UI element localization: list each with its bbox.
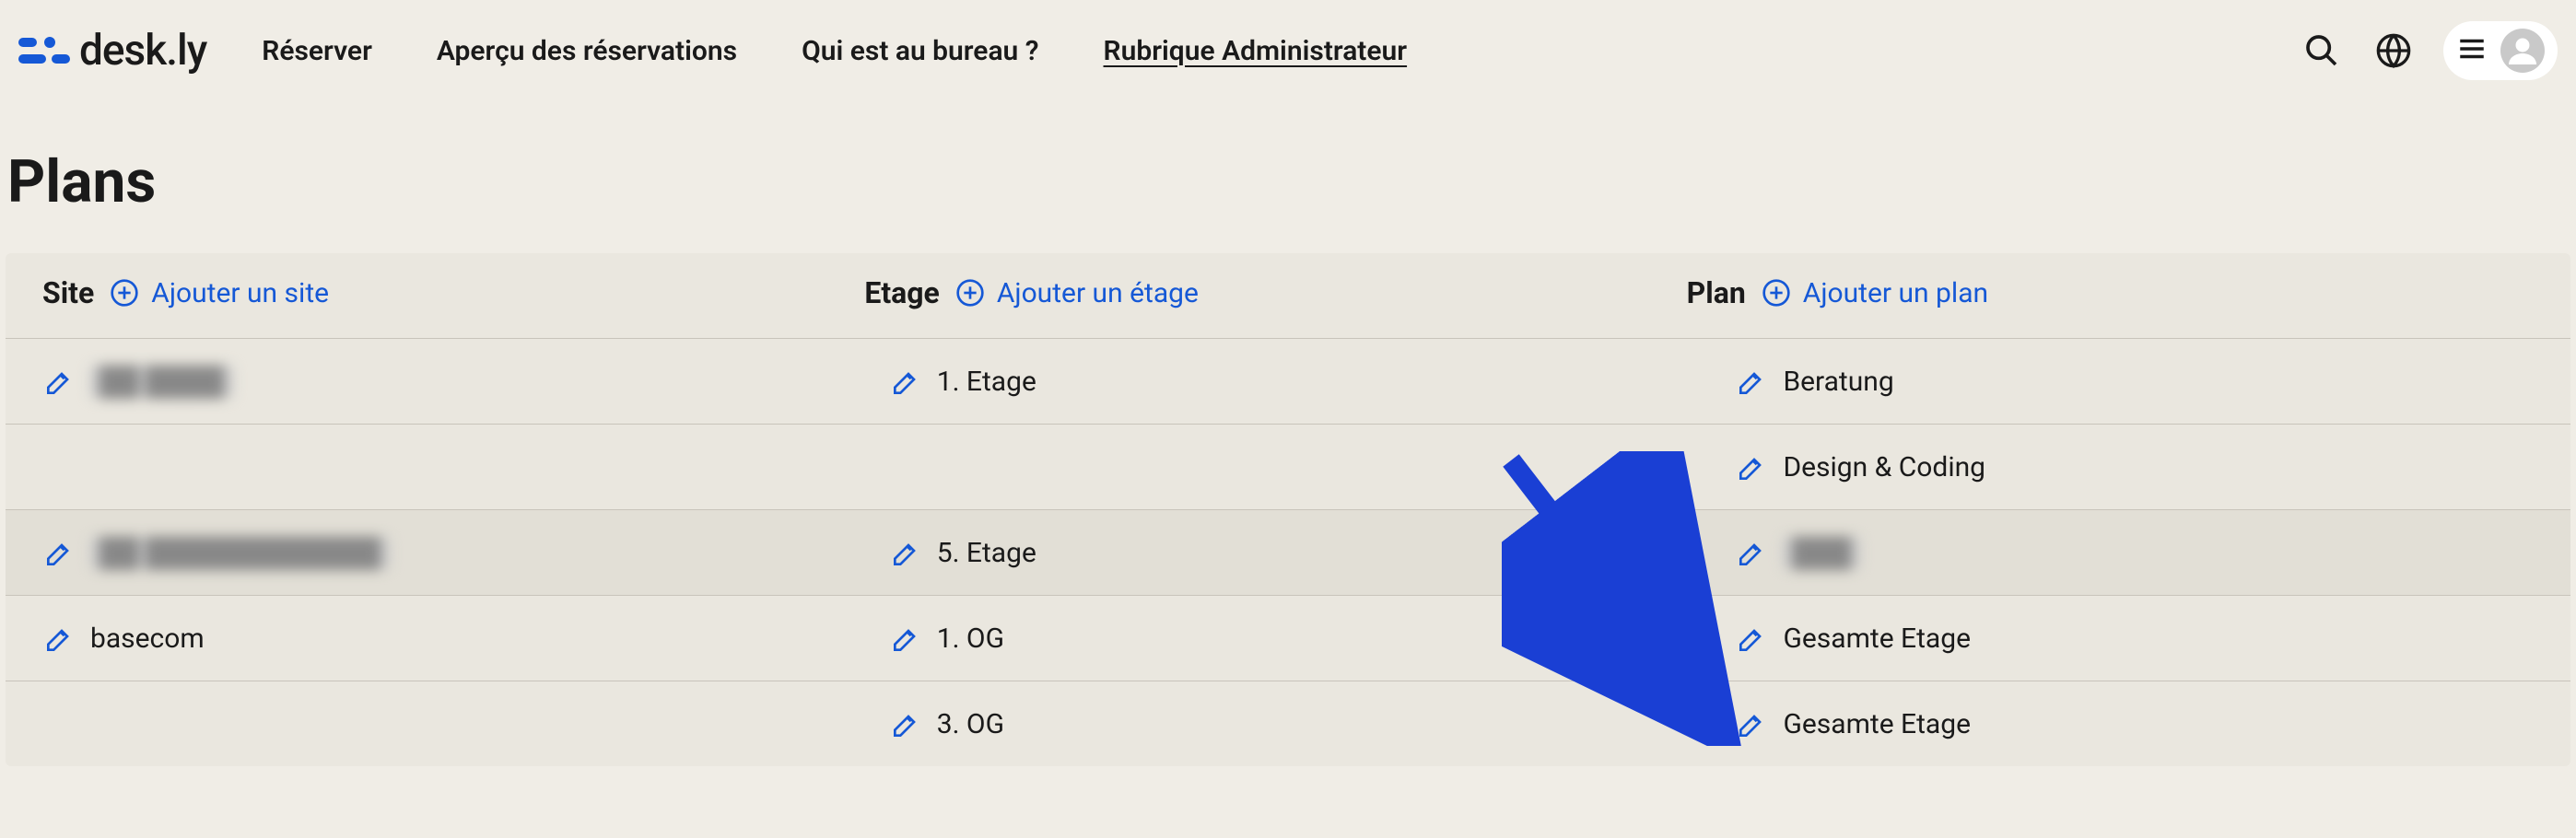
plan-label[interactable]: ███	[1783, 537, 1860, 569]
plan-cell: Design & Coding	[1698, 425, 2570, 509]
site-cell: ██ ████████████	[6, 510, 852, 595]
etage-cell	[852, 425, 1699, 509]
plans-panel: Site Ajouter un site Etage Ajouter un ét…	[6, 253, 2570, 766]
add-etage-button[interactable]: Ajouter un étage	[954, 277, 1199, 309]
etage-cell: 3. OG	[852, 681, 1699, 766]
etage-label[interactable]: 3. OG	[937, 708, 1004, 740]
nav-links: Réserver Aperçu des réservations Qui est…	[262, 35, 1407, 67]
plus-circle-icon	[954, 277, 986, 308]
etage-label[interactable]: 1. OG	[937, 623, 1004, 655]
rows: ██ ████ 1. Etage Beratung Design & Codin…	[6, 338, 2570, 766]
plan-label[interactable]: Beratung	[1783, 366, 1893, 398]
etage-column-label: Etage	[864, 275, 940, 310]
column-etage: Etage Ajouter un étage	[864, 275, 1686, 310]
top-nav: desk.ly Réserver Aperçu des réservations…	[0, 0, 2576, 101]
edit-icon[interactable]	[889, 537, 920, 568]
site-cell	[6, 425, 852, 509]
edit-icon[interactable]	[889, 623, 920, 654]
search-icon[interactable]	[2300, 29, 2344, 73]
plus-circle-icon	[109, 277, 140, 308]
edit-icon[interactable]	[42, 366, 74, 397]
edit-icon[interactable]	[889, 708, 920, 739]
column-site: Site Ajouter un site	[42, 275, 864, 310]
logo-text: desk.ly	[79, 26, 206, 76]
etage-cell: 1. Etage	[852, 339, 1699, 424]
site-cell: basecom	[6, 596, 852, 681]
plan-label[interactable]: Gesamte Etage	[1783, 623, 1971, 655]
table-row: basecom 1. OG Gesamte Etage	[6, 595, 2570, 681]
table-row: ██ ████ 1. Etage Beratung	[6, 338, 2570, 424]
page-title: Plans	[0, 101, 2576, 253]
hamburger-icon	[2456, 33, 2488, 68]
plan-cell: Gesamte Etage	[1698, 596, 2570, 681]
plan-label[interactable]: Gesamte Etage	[1783, 708, 1971, 740]
add-etage-label: Ajouter un étage	[997, 277, 1199, 309]
globe-icon[interactable]	[2371, 29, 2416, 73]
add-plan-label: Ajouter un plan	[1803, 277, 1988, 309]
logo[interactable]: desk.ly	[18, 26, 206, 76]
plan-column-label: Plan	[1687, 275, 1746, 310]
add-site-label: Ajouter un site	[151, 277, 329, 309]
nav-apercu[interactable]: Aperçu des réservations	[437, 35, 737, 67]
site-label[interactable]: ██ ████	[90, 366, 233, 398]
add-site-button[interactable]: Ajouter un site	[109, 277, 329, 309]
etage-cell: 1. OG	[852, 596, 1699, 681]
edit-icon[interactable]	[1735, 451, 1766, 483]
logo-icon	[18, 32, 70, 69]
plan-cell: Beratung	[1698, 339, 2570, 424]
edit-icon[interactable]	[42, 623, 74, 654]
nav-bureau[interactable]: Qui est au bureau ?	[802, 35, 1038, 67]
nav-admin[interactable]: Rubrique Administrateur	[1104, 35, 1408, 67]
site-cell: ██ ████	[6, 339, 852, 424]
plus-circle-icon	[1761, 277, 1792, 308]
site-cell	[6, 681, 852, 766]
avatar	[2500, 29, 2545, 73]
plan-cell: ███	[1698, 510, 2570, 595]
etage-label[interactable]: 1. Etage	[937, 366, 1036, 398]
edit-icon[interactable]	[1735, 537, 1766, 568]
site-label[interactable]: basecom	[90, 623, 205, 655]
columns-header: Site Ajouter un site Etage Ajouter un ét…	[6, 275, 2570, 338]
site-label[interactable]: ██ ████████████	[90, 537, 390, 569]
etage-label[interactable]: 5. Etage	[937, 537, 1036, 569]
edit-icon[interactable]	[889, 366, 920, 397]
column-plan: Plan Ajouter un plan	[1687, 275, 2534, 310]
edit-icon[interactable]	[1735, 366, 1766, 397]
edit-icon[interactable]	[1735, 708, 1766, 739]
table-row: 3. OG Gesamte Etage	[6, 681, 2570, 766]
user-menu[interactable]	[2443, 21, 2558, 80]
plan-label[interactable]: Design & Coding	[1783, 451, 1985, 483]
nav-reserver[interactable]: Réserver	[262, 35, 372, 67]
edit-icon[interactable]	[42, 537, 74, 568]
table-row: Design & Coding	[6, 424, 2570, 509]
table-row: ██ ████████████ 5. Etage ███	[6, 509, 2570, 595]
nav-right	[2300, 21, 2558, 80]
edit-icon[interactable]	[1735, 623, 1766, 654]
etage-cell: 5. Etage	[852, 510, 1699, 595]
add-plan-button[interactable]: Ajouter un plan	[1761, 277, 1988, 309]
site-column-label: Site	[42, 275, 94, 310]
plan-cell: Gesamte Etage	[1698, 681, 2570, 766]
